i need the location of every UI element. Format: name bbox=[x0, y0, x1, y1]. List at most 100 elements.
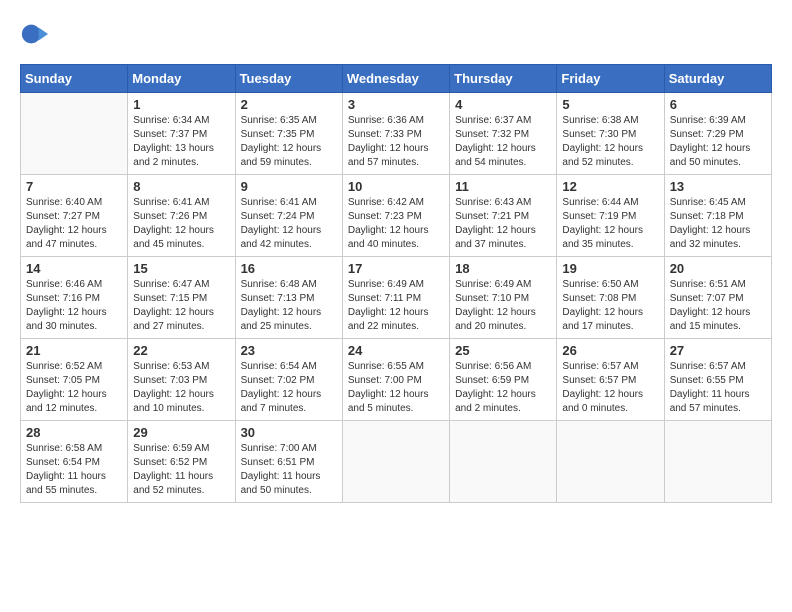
day-info: Sunrise: 6:46 AMSunset: 7:16 PMDaylight:… bbox=[26, 278, 122, 334]
day-info: Sunrise: 6:41 AMSunset: 7:24 PMDaylight:… bbox=[241, 196, 337, 252]
day-number: 16 bbox=[241, 261, 337, 276]
day-number: 28 bbox=[26, 425, 122, 440]
day-number: 2 bbox=[241, 97, 337, 112]
calendar-cell: 22 Sunrise: 6:53 AMSunset: 7:03 PMDayligh… bbox=[128, 339, 235, 421]
calendar-cell: 13 Sunrise: 6:45 AMSunset: 7:18 PMDayligh… bbox=[664, 175, 771, 257]
day-number: 10 bbox=[348, 179, 444, 194]
calendar-week-3: 14 Sunrise: 6:46 AMSunset: 7:16 PMDayligh… bbox=[21, 257, 772, 339]
header-saturday: Saturday bbox=[664, 65, 771, 93]
day-info: Sunrise: 6:50 AMSunset: 7:08 PMDaylight:… bbox=[562, 278, 658, 334]
calendar-cell bbox=[557, 421, 664, 503]
calendar-cell: 18 Sunrise: 6:49 AMSunset: 7:10 PMDayligh… bbox=[450, 257, 557, 339]
day-info: Sunrise: 6:57 AMSunset: 6:55 PMDaylight:… bbox=[670, 360, 766, 416]
day-info: Sunrise: 6:36 AMSunset: 7:33 PMDaylight:… bbox=[348, 114, 444, 170]
day-info: Sunrise: 6:49 AMSunset: 7:11 PMDaylight:… bbox=[348, 278, 444, 334]
day-number: 11 bbox=[455, 179, 551, 194]
calendar-cell bbox=[450, 421, 557, 503]
calendar-cell: 4 Sunrise: 6:37 AMSunset: 7:32 PMDaylight… bbox=[450, 93, 557, 175]
calendar-cell: 3Sunrise: 6:36 AMSunset: 7:33 PMDaylight… bbox=[342, 93, 449, 175]
day-number: 8 bbox=[133, 179, 229, 194]
calendar-cell: 20Sunrise: 6:51 AMSunset: 7:07 PMDayligh… bbox=[664, 257, 771, 339]
day-number: 20 bbox=[670, 261, 766, 276]
day-info: Sunrise: 6:52 AMSunset: 7:05 PMDaylight:… bbox=[26, 360, 122, 416]
day-number: 15 bbox=[133, 261, 229, 276]
calendar-cell: 8 Sunrise: 6:41 AMSunset: 7:26 PMDaylight… bbox=[128, 175, 235, 257]
logo-icon bbox=[20, 20, 48, 48]
day-info: Sunrise: 6:45 AMSunset: 7:18 PMDaylight:… bbox=[670, 196, 766, 252]
calendar-cell: 27Sunrise: 6:57 AMSunset: 6:55 PMDayligh… bbox=[664, 339, 771, 421]
day-info: Sunrise: 6:56 AMSunset: 6:59 PMDaylight:… bbox=[455, 360, 551, 416]
header-tuesday: Tuesday bbox=[235, 65, 342, 93]
calendar-week-2: 7 Sunrise: 6:40 AMSunset: 7:27 PMDaylight… bbox=[21, 175, 772, 257]
calendar-cell: 16Sunrise: 6:48 AMSunset: 7:13 PMDayligh… bbox=[235, 257, 342, 339]
calendar-cell: 10 Sunrise: 6:42 AMSunset: 7:23 PMDayligh… bbox=[342, 175, 449, 257]
day-number: 6 bbox=[670, 97, 766, 112]
logo bbox=[20, 20, 52, 48]
day-info: Sunrise: 6:39 AMSunset: 7:29 PMDaylight:… bbox=[670, 114, 766, 170]
day-number: 5 bbox=[562, 97, 658, 112]
day-info: Sunrise: 6:38 AMSunset: 7:30 PMDaylight:… bbox=[562, 114, 658, 170]
day-number: 21 bbox=[26, 343, 122, 358]
header-thursday: Thursday bbox=[450, 65, 557, 93]
day-info: Sunrise: 6:34 AMSunset: 7:37 PMDaylight:… bbox=[133, 114, 229, 170]
day-info: Sunrise: 6:43 AMSunset: 7:21 PMDaylight:… bbox=[455, 196, 551, 252]
day-info: Sunrise: 6:44 AMSunset: 7:19 PMDaylight:… bbox=[562, 196, 658, 252]
calendar-cell bbox=[664, 421, 771, 503]
calendar-cell: 19 Sunrise: 6:50 AMSunset: 7:08 PMDayligh… bbox=[557, 257, 664, 339]
calendar-week-1: 1 Sunrise: 6:34 AMSunset: 7:37 PMDaylight… bbox=[21, 93, 772, 175]
day-number: 13 bbox=[670, 179, 766, 194]
day-number: 30 bbox=[241, 425, 337, 440]
day-number: 24 bbox=[348, 343, 444, 358]
day-info: Sunrise: 6:35 AMSunset: 7:35 PMDaylight:… bbox=[241, 114, 337, 170]
day-number: 25 bbox=[455, 343, 551, 358]
day-number: 26 bbox=[562, 343, 658, 358]
calendar-cell: 17 Sunrise: 6:49 AMSunset: 7:11 PMDayligh… bbox=[342, 257, 449, 339]
header-wednesday: Wednesday bbox=[342, 65, 449, 93]
day-number: 23 bbox=[241, 343, 337, 358]
day-info: Sunrise: 7:00 AMSunset: 6:51 PMDaylight:… bbox=[241, 442, 337, 498]
calendar-week-5: 28 Sunrise: 6:58 AMSunset: 6:54 PMDayligh… bbox=[21, 421, 772, 503]
day-info: Sunrise: 6:41 AMSunset: 7:26 PMDaylight:… bbox=[133, 196, 229, 252]
day-info: Sunrise: 6:47 AMSunset: 7:15 PMDaylight:… bbox=[133, 278, 229, 334]
day-number: 7 bbox=[26, 179, 122, 194]
day-info: Sunrise: 6:37 AMSunset: 7:32 PMDaylight:… bbox=[455, 114, 551, 170]
day-number: 1 bbox=[133, 97, 229, 112]
day-number: 18 bbox=[455, 261, 551, 276]
day-number: 12 bbox=[562, 179, 658, 194]
calendar-cell: 11 Sunrise: 6:43 AMSunset: 7:21 PMDayligh… bbox=[450, 175, 557, 257]
day-info: Sunrise: 6:55 AMSunset: 7:00 PMDaylight:… bbox=[348, 360, 444, 416]
calendar: SundayMondayTuesdayWednesdayThursdayFrid… bbox=[20, 64, 772, 503]
calendar-cell: 28 Sunrise: 6:58 AMSunset: 6:54 PMDayligh… bbox=[21, 421, 128, 503]
header-monday: Monday bbox=[128, 65, 235, 93]
calendar-week-4: 21 Sunrise: 6:52 AMSunset: 7:05 PMDayligh… bbox=[21, 339, 772, 421]
day-number: 17 bbox=[348, 261, 444, 276]
day-number: 19 bbox=[562, 261, 658, 276]
calendar-header-row: SundayMondayTuesdayWednesdayThursdayFrid… bbox=[21, 65, 772, 93]
calendar-cell: 12 Sunrise: 6:44 AMSunset: 7:19 PMDayligh… bbox=[557, 175, 664, 257]
day-number: 4 bbox=[455, 97, 551, 112]
day-info: Sunrise: 6:58 AMSunset: 6:54 PMDaylight:… bbox=[26, 442, 122, 498]
day-number: 29 bbox=[133, 425, 229, 440]
calendar-cell: 6 Sunrise: 6:39 AMSunset: 7:29 PMDaylight… bbox=[664, 93, 771, 175]
calendar-cell: 26 Sunrise: 6:57 AMSunset: 6:57 PMDayligh… bbox=[557, 339, 664, 421]
day-info: Sunrise: 6:40 AMSunset: 7:27 PMDaylight:… bbox=[26, 196, 122, 252]
calendar-cell: 15 Sunrise: 6:47 AMSunset: 7:15 PMDayligh… bbox=[128, 257, 235, 339]
calendar-cell: 21 Sunrise: 6:52 AMSunset: 7:05 PMDayligh… bbox=[21, 339, 128, 421]
calendar-cell: 24 Sunrise: 6:55 AMSunset: 7:00 PMDayligh… bbox=[342, 339, 449, 421]
calendar-cell: 14 Sunrise: 6:46 AMSunset: 7:16 PMDayligh… bbox=[21, 257, 128, 339]
day-info: Sunrise: 6:57 AMSunset: 6:57 PMDaylight:… bbox=[562, 360, 658, 416]
day-info: Sunrise: 6:42 AMSunset: 7:23 PMDaylight:… bbox=[348, 196, 444, 252]
calendar-cell bbox=[21, 93, 128, 175]
calendar-cell: 5 Sunrise: 6:38 AMSunset: 7:30 PMDaylight… bbox=[557, 93, 664, 175]
calendar-cell: 30 Sunrise: 7:00 AMSunset: 6:51 PMDayligh… bbox=[235, 421, 342, 503]
day-info: Sunrise: 6:49 AMSunset: 7:10 PMDaylight:… bbox=[455, 278, 551, 334]
calendar-cell: 9 Sunrise: 6:41 AMSunset: 7:24 PMDaylight… bbox=[235, 175, 342, 257]
header-sunday: Sunday bbox=[21, 65, 128, 93]
calendar-cell: 25 Sunrise: 6:56 AMSunset: 6:59 PMDayligh… bbox=[450, 339, 557, 421]
day-info: Sunrise: 6:53 AMSunset: 7:03 PMDaylight:… bbox=[133, 360, 229, 416]
day-number: 14 bbox=[26, 261, 122, 276]
day-number: 9 bbox=[241, 179, 337, 194]
day-number: 22 bbox=[133, 343, 229, 358]
header-friday: Friday bbox=[557, 65, 664, 93]
calendar-cell bbox=[342, 421, 449, 503]
